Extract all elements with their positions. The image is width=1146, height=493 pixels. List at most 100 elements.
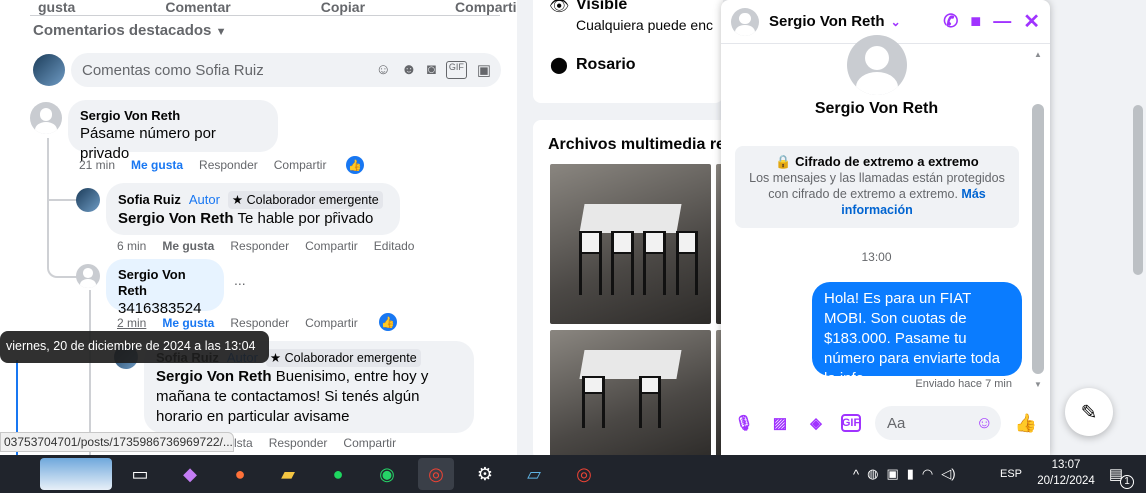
like-action[interactable]: Me gusta bbox=[38, 0, 75, 15]
author-badge: Autor bbox=[188, 192, 220, 207]
thread-line bbox=[47, 138, 77, 278]
post-actions-row: Me gusta Comentar Copiar Compartir bbox=[30, 0, 517, 16]
like-reaction-icon[interactable]: 👍 bbox=[346, 156, 364, 174]
comment-author[interactable]: Sergio Von Reth bbox=[80, 108, 266, 124]
image-icon[interactable]: ▨ bbox=[769, 412, 791, 434]
chrome-icon[interactable]: ◎ bbox=[418, 458, 454, 490]
reply-link[interactable]: Responder bbox=[269, 436, 328, 450]
task-view-icon[interactable]: ▭ bbox=[122, 458, 158, 490]
like-link[interactable]: Me gusta bbox=[162, 316, 214, 330]
reply-link[interactable]: Responder bbox=[230, 316, 289, 330]
media-photo[interactable] bbox=[550, 164, 711, 324]
sticker-icon[interactable]: ▣ bbox=[477, 61, 491, 79]
new-message-button[interactable]: ✎ bbox=[1065, 388, 1113, 436]
wifi-icon[interactable]: ◠ bbox=[922, 466, 933, 482]
like-reaction-icon[interactable]: 👍 bbox=[379, 313, 397, 331]
eye-icon: 👁 bbox=[549, 0, 570, 15]
notification-count-badge: 1 bbox=[1120, 475, 1134, 489]
thumbs-up-icon[interactable]: 👍 bbox=[1015, 412, 1037, 434]
meet-now-icon[interactable]: ◍ bbox=[867, 466, 878, 482]
comment-meta: 21 min Me gusta Responder Compartir bbox=[79, 158, 379, 172]
chat-profile-name[interactable]: Sergio Von Reth bbox=[721, 100, 1032, 118]
mention-link[interactable]: Sergio Von Reth bbox=[118, 210, 234, 227]
battery-icon[interactable]: ▮ bbox=[907, 466, 914, 482]
sent-message-bubble[interactable]: Hola! Es para un FIAT MOBI. Son cuotas d… bbox=[812, 282, 1022, 387]
clock[interactable]: 13:07 20/12/2024 bbox=[1030, 455, 1102, 493]
phone-icon[interactable]: ✆ bbox=[943, 11, 958, 32]
comment-author[interactable]: Sergio Von Reth bbox=[118, 267, 212, 299]
windows-taskbar: ▭ ◆ ● ▰ ● ◉ ◎ ⚙ ▱ ◎ ^ ◍ ▣ ▮ ◠ ◁) ESP 13:… bbox=[0, 455, 1146, 493]
share-link[interactable]: Compartir bbox=[274, 158, 327, 172]
featured-comments-filter[interactable]: Comentarios destacados ▼ bbox=[33, 22, 226, 39]
language-indicator[interactable]: ESP bbox=[1000, 455, 1022, 493]
whatsapp-icon[interactable]: ◉ bbox=[369, 458, 405, 490]
comment-input[interactable]: Comentas como Sofia Ruiz ☺ ☻ ◙ GIF ▣ bbox=[71, 53, 501, 87]
more-options-button[interactable]: ... bbox=[234, 272, 246, 288]
comment-time[interactable]: 6 min bbox=[117, 239, 146, 253]
chat-avatar[interactable] bbox=[731, 7, 759, 36]
camera-icon[interactable]: ◙ bbox=[427, 61, 436, 79]
reply-link[interactable]: Responder bbox=[199, 158, 258, 172]
scroll-up-icon[interactable]: ▲ bbox=[1034, 50, 1042, 59]
firefox-icon[interactable]: ● bbox=[222, 458, 258, 490]
spotify-icon[interactable]: ● bbox=[320, 458, 356, 490]
chevron-up-icon[interactable]: ^ bbox=[853, 467, 859, 482]
comment-meta: 2 min Me gusta Responder Compartir bbox=[117, 316, 397, 330]
avatar[interactable] bbox=[76, 188, 100, 212]
volume-icon[interactable]: ◁) bbox=[941, 466, 955, 482]
minimize-icon[interactable]: — bbox=[993, 11, 1011, 32]
settings-icon[interactable]: ⚙ bbox=[467, 458, 503, 490]
chat-profile-picture[interactable] bbox=[847, 35, 907, 95]
current-user-avatar[interactable] bbox=[33, 54, 65, 86]
share-link[interactable]: Compartir bbox=[305, 239, 358, 253]
emoji-icon[interactable]: ☺ bbox=[976, 413, 993, 433]
chrome-profile-icon[interactable]: ◎ bbox=[566, 458, 602, 490]
reply-link[interactable]: Responder bbox=[230, 239, 289, 253]
timestamp-tooltip: viernes, 20 de diciembre de 2024 a las 1… bbox=[0, 331, 269, 363]
compose-icon: ✎ bbox=[1080, 401, 1098, 424]
sticker-icon[interactable]: ◈ bbox=[805, 412, 827, 434]
page-scrollbar[interactable] bbox=[1130, 0, 1146, 455]
avatar-sticker-icon[interactable]: ☺ bbox=[376, 61, 391, 79]
message-input[interactable]: Aa ☺ bbox=[875, 406, 1001, 440]
video-camera-icon[interactable]: ■ bbox=[970, 11, 981, 32]
notepad-icon[interactable]: ▱ bbox=[516, 458, 552, 490]
avatar[interactable] bbox=[76, 264, 100, 288]
location-text[interactable]: Rosario bbox=[576, 56, 636, 74]
close-icon[interactable]: ✕ bbox=[1023, 9, 1040, 34]
messenger-chat-window: Sergio Von Reth ⌄ ✆ ■ — ✕ Sergio Von Ret… bbox=[721, 0, 1050, 455]
comment-author[interactable]: Sofia Ruiz bbox=[118, 192, 181, 208]
mention-link[interactable]: Sergio Von Reth bbox=[156, 368, 272, 385]
screen-share-icon[interactable]: ▣ bbox=[886, 466, 898, 482]
copilot-icon[interactable]: ◆ bbox=[172, 458, 208, 490]
avatar[interactable] bbox=[30, 102, 62, 134]
share-link[interactable]: Compartir bbox=[343, 436, 396, 450]
scroll-down-icon[interactable]: ▼ bbox=[1034, 380, 1042, 389]
lock-icon: 🔒 bbox=[775, 154, 792, 169]
featured-comments-label: Comentarios destacados bbox=[33, 22, 212, 39]
media-photo[interactable] bbox=[550, 330, 711, 460]
chat-contact-name[interactable]: Sergio Von Reth bbox=[769, 13, 885, 30]
comment-action[interactable]: Comentar bbox=[165, 0, 230, 15]
widgets-icon[interactable] bbox=[40, 458, 112, 490]
gif-icon[interactable]: GIF bbox=[841, 414, 861, 432]
chevron-down-icon[interactable]: ⌄ bbox=[891, 15, 901, 29]
comment-time[interactable]: lsta bbox=[234, 436, 253, 450]
page-scroll-thumb[interactable] bbox=[1133, 105, 1143, 275]
share-action[interactable]: Compartir bbox=[455, 0, 517, 15]
comment-time[interactable]: 2 min bbox=[117, 316, 146, 330]
message-input-placeholder: Aa bbox=[887, 414, 906, 432]
media-title[interactable]: Archivos multimedia re bbox=[548, 136, 725, 154]
comment-time[interactable]: 21 min bbox=[79, 158, 115, 172]
comment-text: Te hable por pȓivado bbox=[237, 210, 374, 227]
copy-action[interactable]: Copiar bbox=[321, 0, 365, 15]
share-link[interactable]: Compartir bbox=[305, 316, 358, 330]
like-link[interactable]: Me gusta bbox=[131, 158, 183, 172]
gif-icon[interactable]: GIF bbox=[445, 61, 467, 79]
emoji-icon[interactable]: ☻ bbox=[401, 61, 417, 79]
chat-scrollbar[interactable] bbox=[1032, 104, 1044, 374]
visibility-title: Visible bbox=[576, 0, 628, 13]
microphone-icon[interactable]: 🎙 bbox=[733, 412, 755, 434]
file-explorer-icon[interactable]: ▰ bbox=[270, 458, 306, 490]
like-link[interactable]: Me gusta bbox=[162, 239, 214, 253]
